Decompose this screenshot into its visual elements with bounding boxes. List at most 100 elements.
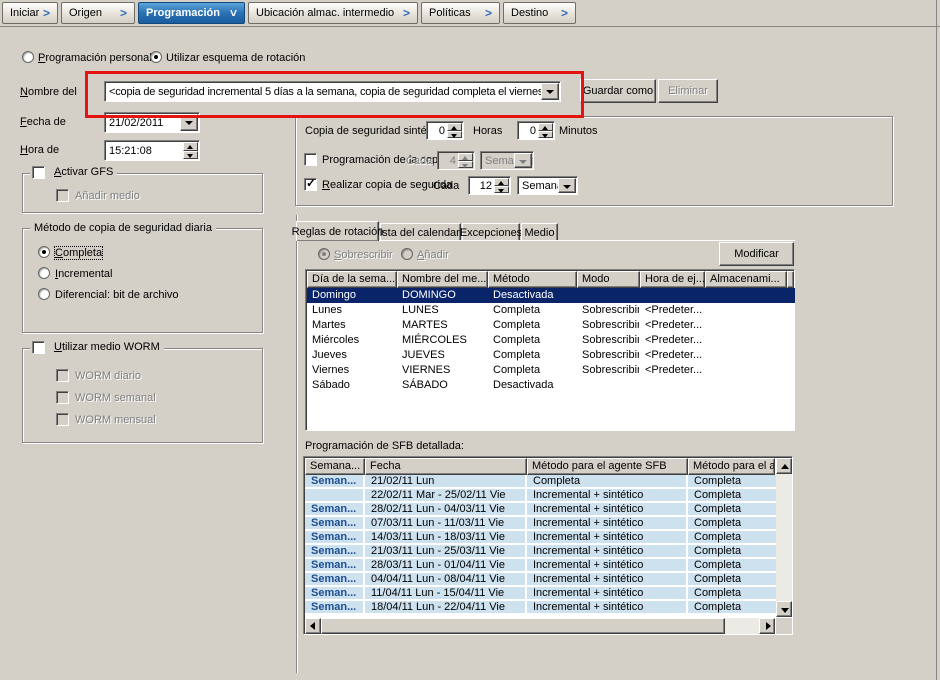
scroll-down-button[interactable] [776, 601, 792, 617]
table-row[interactable]: Miércoles MIÉRCOLES Completa Sobrescribi… [307, 333, 795, 348]
cell-metodo: Desactivada [493, 378, 576, 393]
use-worm-checkbox[interactable] [32, 341, 45, 354]
append-radio [401, 248, 413, 260]
cell-semana: Seman... [305, 517, 365, 531]
tab-vista-del-calendario[interactable]: Vista del calendario [380, 223, 461, 241]
daily-method-groupbox [22, 228, 263, 333]
list-item[interactable]: Seman... 21/02/11 Lun Completa Completa [305, 475, 776, 489]
save-as-button[interactable]: Guardar como [580, 79, 656, 103]
dropdown-arrow-icon[interactable] [541, 83, 559, 100]
column-header-nombre[interactable]: Nombre del me... [397, 271, 488, 288]
wizard-tab-ubicacion[interactable]: Ubicación almac. intermedio > [248, 2, 418, 24]
method-differential-radio[interactable] [38, 288, 50, 300]
spin-down-icon[interactable] [447, 131, 462, 139]
custom-schedule-radio[interactable] [22, 51, 34, 63]
list-item[interactable]: Seman... 18/04/11 Lun - 22/04/11 Vie Inc… [305, 601, 776, 615]
enable-gfs-label: Activar GFS [54, 166, 113, 178]
column-header-dia[interactable]: Día de la sema... [307, 271, 397, 288]
column-header-semana[interactable]: Semana... [305, 458, 365, 475]
append-media-checkbox [56, 189, 69, 202]
start-time-spinner[interactable]: 15:21:08 [104, 140, 200, 161]
spin-up-icon[interactable] [183, 142, 198, 151]
spin-up-icon[interactable] [447, 123, 462, 131]
list-item[interactable]: Seman... 04/04/11 Lun - 08/04/11 Vie Inc… [305, 573, 776, 587]
list-item[interactable]: Seman... 28/03/11 Lun - 01/04/11 Vie Inc… [305, 559, 776, 573]
table-row[interactable]: Lunes LUNES Completa Sobrescribir <Prede… [307, 303, 795, 318]
spin-up-icon[interactable] [494, 178, 509, 186]
tab-medio[interactable]: Medio [521, 223, 558, 241]
wizard-tab-iniciar[interactable]: Iniciar > [2, 2, 58, 24]
vertical-scrollbar-track[interactable] [776, 474, 792, 601]
column-header-almacenamiento[interactable]: Almacenami... [705, 271, 787, 288]
column-header-metodo-agente[interactable]: Método para el ag [688, 458, 775, 475]
wizard-tab-politicas[interactable]: Políticas > [421, 2, 500, 24]
cell-dia: Miércoles [312, 333, 396, 348]
cell-metodo-agente: Completa [688, 559, 776, 573]
horizontal-scrollbar-thumb[interactable] [321, 618, 725, 634]
full-unit-combobox[interactable]: Semana/s [517, 176, 578, 195]
list-item[interactable]: Seman... 28/02/11 Lun - 04/03/11 Vie Inc… [305, 503, 776, 517]
backup-schedule-window: Iniciar > Origen > Programación > Ubicac… [0, 0, 940, 680]
column-header-metodo[interactable]: Método [488, 271, 577, 288]
cell-dia: Sábado [312, 378, 396, 393]
spin-down-icon[interactable] [538, 131, 553, 139]
dropdown-arrow-icon[interactable] [180, 114, 198, 131]
horizontal-scrollbar-track[interactable] [725, 618, 759, 634]
list-item[interactable]: Seman... 21/03/11 Lun - 25/03/11 Vie Inc… [305, 545, 776, 559]
cell-metodo-agente: Completa [688, 573, 776, 587]
column-header-fecha[interactable]: Fecha [365, 458, 527, 475]
dropdown-arrow-icon[interactable] [558, 178, 576, 193]
custom-schedule-label: Programación personaliz [38, 52, 160, 64]
column-header-metodo-sfb[interactable]: Método para el agente SFB [527, 458, 688, 475]
synthetic-minutes-spinner[interactable]: 0 [517, 121, 555, 140]
list-item[interactable]: Seman... 11/04/11 Lun - 15/04/11 Vie Inc… [305, 587, 776, 601]
synthetic-hours-spinner[interactable]: 0 [426, 121, 464, 140]
spin-down-icon[interactable] [494, 186, 509, 194]
cell-fecha: 21/02/11 Lun [365, 475, 527, 489]
table-row[interactable]: Viernes VIERNES Completa Sobrescribir <P… [307, 363, 795, 378]
staging-schedule-checkbox[interactable] [304, 153, 317, 166]
tab-reglas-de-rotacion[interactable]: Reglas de rotación [296, 221, 379, 241]
start-time-label: Hora de [20, 144, 59, 156]
table-row[interactable]: Sábado SÁBADO Desactivada [307, 378, 795, 393]
column-header-hora[interactable]: Hora de ej... [640, 271, 705, 288]
cell-semana [305, 489, 365, 503]
full-backup-checkbox[interactable]: ✓ [304, 178, 317, 191]
method-incremental-radio[interactable] [38, 267, 50, 279]
scroll-left-icon [310, 622, 315, 630]
scheme-name-combobox[interactable]: <copia de seguridad incremental 5 días a… [104, 81, 561, 102]
spin-down-icon[interactable] [183, 151, 198, 160]
scroll-left-button[interactable] [305, 618, 321, 634]
wizard-tab-destino[interactable]: Destino > [503, 2, 576, 24]
scroll-up-button[interactable] [776, 458, 792, 474]
cell-metodo-sfb: Incremental + sintético [527, 601, 688, 615]
list-item[interactable]: 22/02/11 Mar - 25/02/11 Vie Incremental … [305, 489, 776, 503]
worm-monthly-checkbox [56, 413, 69, 426]
scroll-right-button[interactable] [759, 618, 775, 634]
rotation-scheme-radio[interactable] [150, 51, 162, 63]
wizard-tab-origen[interactable]: Origen > [61, 2, 135, 24]
spin-up-icon[interactable] [538, 123, 553, 131]
enable-gfs-checkbox[interactable] [32, 166, 45, 179]
full-interval-spinner[interactable]: 12 [468, 176, 511, 195]
list-item[interactable]: Seman... 07/03/11 Lun - 11/03/11 Vie Inc… [305, 517, 776, 531]
chevron-right-icon: > [43, 7, 50, 19]
tab-excepciones[interactable]: Excepciones [462, 223, 520, 241]
worm-caption: Utilizar medio WORM [30, 341, 164, 353]
column-header-modo[interactable]: Modo [577, 271, 640, 288]
worm-weekly-label: WORM semanal [75, 392, 156, 404]
table-row[interactable]: Martes MARTES Completa Sobrescribir <Pre… [307, 318, 795, 333]
wizard-tab-programacion[interactable]: Programación > [138, 2, 245, 24]
gfs-caption: Activar GFS [30, 166, 117, 178]
start-date-picker[interactable]: 21/02/2011 [104, 112, 200, 133]
modify-button[interactable]: Modificar [719, 242, 794, 266]
sfb-schedule-table: Semana... Fecha Método para el agente SF… [303, 456, 793, 635]
scroll-up-icon [781, 464, 789, 469]
cell-dia: Jueves [312, 348, 396, 363]
table-row[interactable]: Jueves JUEVES Completa Sobrescribir <Pre… [307, 348, 795, 363]
wizard-tab-label: Origen [69, 7, 102, 19]
list-item[interactable]: Seman... 14/03/11 Lun - 18/03/11 Vie Inc… [305, 531, 776, 545]
cell-semana: Seman... [305, 587, 365, 601]
table-row[interactable]: Domingo DOMINGO Desactivada [307, 288, 795, 303]
method-full-radio[interactable] [38, 246, 50, 258]
